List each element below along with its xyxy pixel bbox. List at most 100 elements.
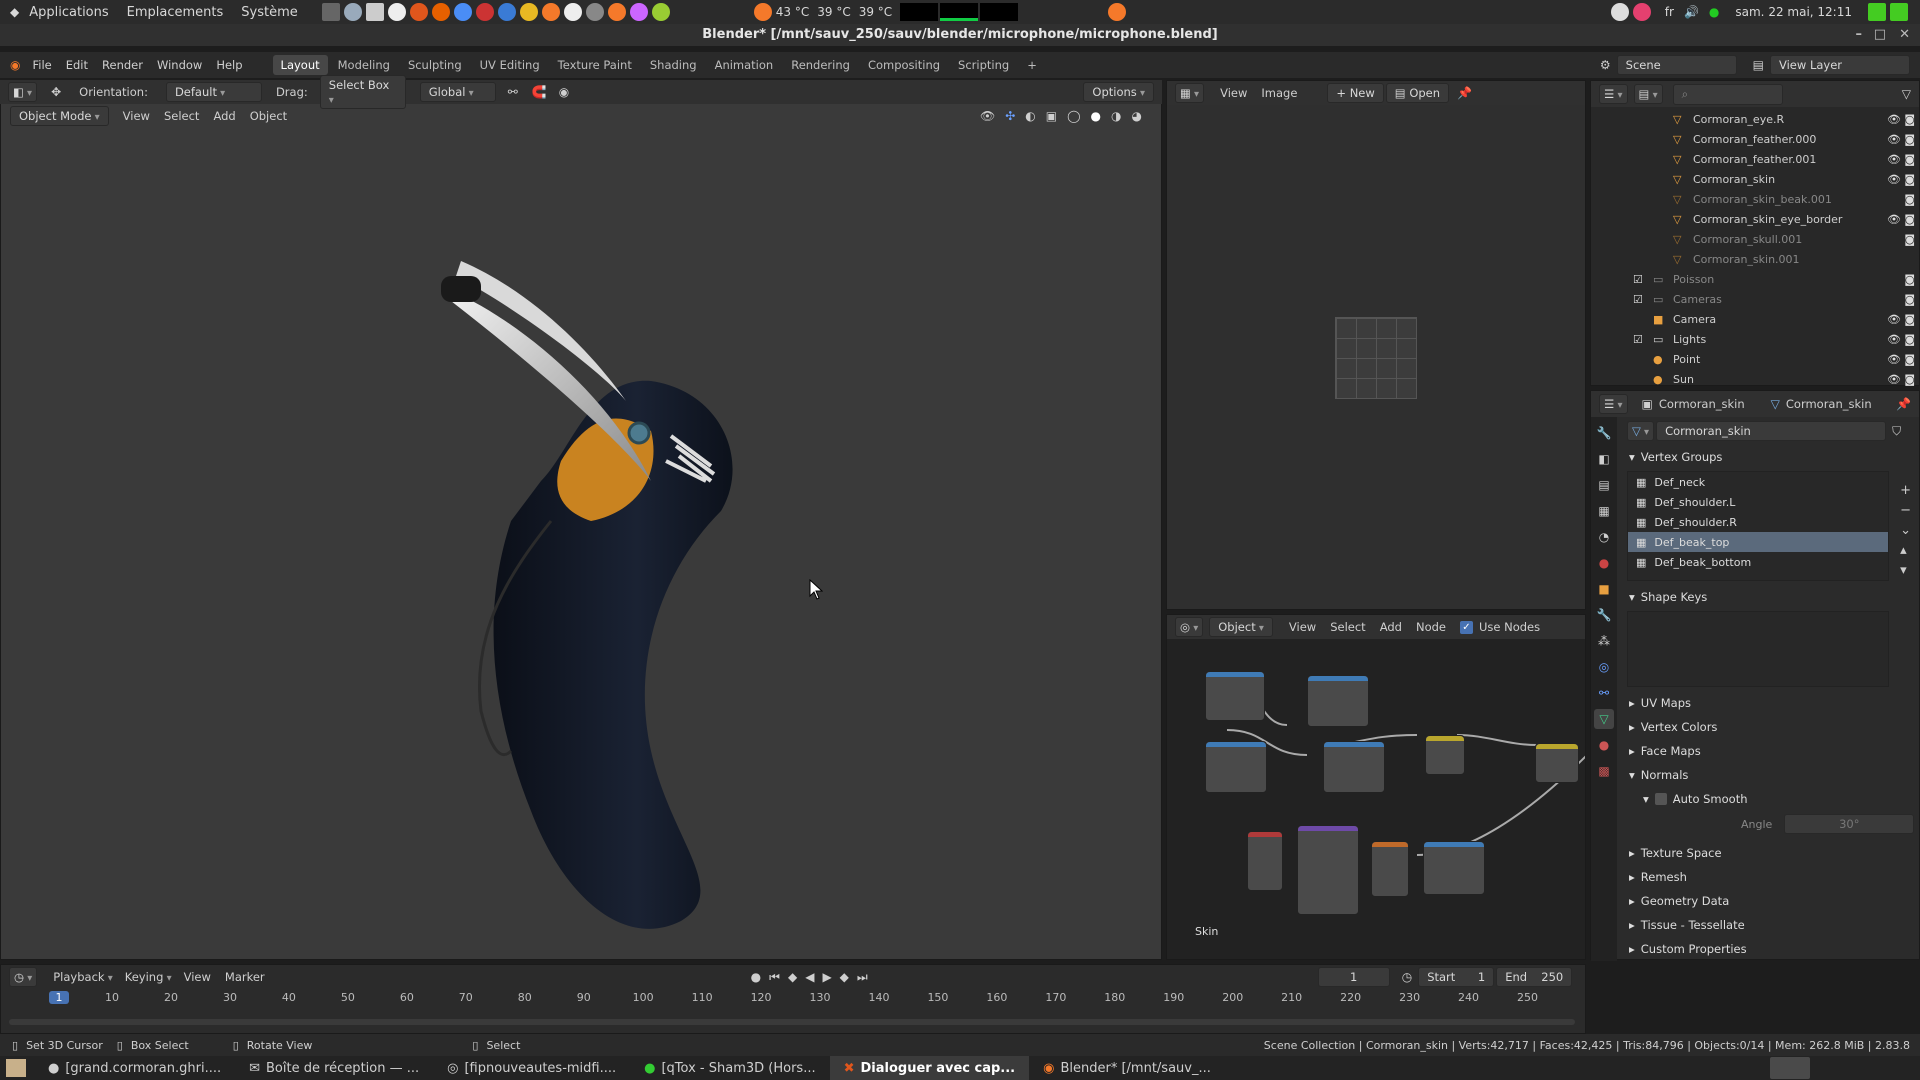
chrome-icon[interactable]	[453, 3, 472, 21]
mesh-name-field[interactable]: Cormoran_skin	[1656, 421, 1887, 441]
uv-maps-panel-header[interactable]: ▸ UV Maps	[1621, 691, 1919, 715]
list-item[interactable]: ▦ Def_shoulder.L	[1628, 492, 1888, 512]
network-icon[interactable]: ●	[1709, 5, 1719, 19]
camera-icon[interactable]: ◙	[1904, 173, 1915, 186]
checkbox-icon[interactable]: ☑	[1633, 333, 1643, 346]
eye-icon[interactable]: 👁	[1887, 133, 1901, 146]
outliner-row[interactable]: ● Point 👁 ◙	[1591, 349, 1919, 369]
eye-icon[interactable]: 👁	[1887, 173, 1901, 186]
physics-tab-icon[interactable]: ◎	[1594, 657, 1614, 677]
maximize-icon[interactable]: □	[1874, 24, 1886, 46]
checkbox-icon[interactable]: ☑	[1633, 273, 1643, 286]
app-icon[interactable]	[475, 3, 494, 21]
modifier-tab-icon[interactable]: 🔧	[1594, 605, 1614, 625]
shader-node-editor[interactable]: ◎ Object View Select Add Node ✓ Use Node…	[1166, 614, 1586, 960]
files-icon[interactable]	[365, 3, 384, 21]
menu-add[interactable]: Add	[213, 109, 235, 123]
blender-icon[interactable]	[1108, 3, 1127, 21]
mesh-data-tab-icon[interactable]: ▽	[1594, 709, 1614, 729]
menu-playback[interactable]: Playback	[53, 970, 113, 984]
menu-select[interactable]: Select	[164, 109, 199, 123]
tab-animation[interactable]: Animation	[707, 55, 782, 75]
next-keyframe-icon[interactable]: ◆	[840, 970, 849, 984]
menu-view[interactable]: View	[1220, 86, 1247, 100]
angle-field[interactable]: 30°	[1784, 814, 1915, 834]
wireframe-shading-icon[interactable]: ◯	[1067, 109, 1080, 123]
shader-node[interactable]	[1205, 741, 1267, 793]
list-item[interactable]: ▦ Def_neck	[1628, 472, 1888, 492]
outliner[interactable]: ☰ ▤ ⌕ ▽ ▽Cormoran_eye.R👁◙ ▽Cormoran_feat…	[1590, 80, 1920, 386]
tab-sculpting[interactable]: Sculpting	[400, 55, 470, 75]
open-image-button[interactable]: ▤ Open	[1385, 83, 1450, 103]
xray-icon[interactable]: ▣	[1046, 109, 1057, 123]
transform-gizmo-icon[interactable]: ✥	[51, 85, 61, 99]
task-item[interactable]: ● [qTox - Sham3D (Hors...	[630, 1056, 829, 1080]
mode-dropdown[interactable]: Object Mode	[10, 106, 109, 126]
app-icon[interactable]	[1890, 3, 1908, 21]
scene-tab-icon[interactable]: ◔	[1594, 527, 1614, 547]
prev-keyframe-icon[interactable]: ◆	[788, 970, 797, 984]
vertex-groups-panel-header[interactable]: ▾ Vertex Groups	[1621, 445, 1919, 469]
menu-object[interactable]: Object	[250, 109, 287, 123]
outliner-row[interactable]: ▽ Cormoran_eye.R 👁 ◙	[1591, 109, 1919, 129]
gizmo-icon[interactable]: ✣	[1005, 109, 1015, 123]
tab-shading[interactable]: Shading	[642, 55, 705, 75]
list-item[interactable]: ▦ Def_shoulder.R	[1628, 512, 1888, 532]
menu-keying[interactable]: Keying	[125, 970, 172, 984]
camera-icon[interactable]: ◙	[1904, 353, 1915, 366]
texture-space-panel-header[interactable]: ▸ Texture Space	[1621, 841, 1919, 865]
geometry-data-panel-header[interactable]: ▸ Geometry Data	[1621, 889, 1919, 913]
transform-orientation-dropdown[interactable]: Global	[419, 82, 496, 102]
tab-modeling[interactable]: Modeling	[330, 55, 398, 75]
menu-file[interactable]: File	[32, 58, 51, 72]
menu-select[interactable]: Select	[1330, 620, 1365, 634]
render-tab-icon[interactable]: ◧	[1594, 449, 1614, 469]
camera-icon[interactable]: ◙	[1904, 293, 1915, 306]
pin-icon[interactable]: 📌	[1457, 86, 1472, 100]
use-nodes-checkbox[interactable]: ✓	[1459, 620, 1473, 634]
output-tab-icon[interactable]: ▤	[1594, 475, 1614, 495]
tool-tab-icon[interactable]: 🔧	[1594, 423, 1614, 443]
eye-icon[interactable]: 👁	[1887, 113, 1901, 126]
shader-node[interactable]	[1205, 671, 1265, 721]
app-icon[interactable]	[387, 3, 406, 21]
blender-icon[interactable]	[607, 3, 626, 21]
volume-icon[interactable]: 🔊	[1684, 5, 1699, 19]
view-layer-tab-icon[interactable]: ▦	[1594, 501, 1614, 521]
move-up-icon[interactable]: ▴	[1900, 541, 1911, 561]
material-shading-icon[interactable]: ◑	[1111, 109, 1121, 123]
editor-type-button[interactable]: ◎	[1175, 617, 1204, 637]
checkbox-icon[interactable]: ☑	[1633, 293, 1643, 306]
image-editor[interactable]: ▦ View Image + New ▤ Open 📌	[1166, 80, 1586, 610]
menu-view[interactable]: View	[123, 109, 150, 123]
app-icon[interactable]	[1868, 3, 1886, 21]
start-frame-field[interactable]: Start 1	[1418, 967, 1495, 987]
jump-start-icon[interactable]: ⏮	[769, 970, 780, 985]
record-icon[interactable]: ●	[751, 970, 761, 984]
3d-viewport[interactable]	[0, 80, 1162, 960]
outliner-search-input[interactable]: ⌕	[1672, 83, 1783, 105]
menu-add[interactable]: Add	[1380, 620, 1402, 634]
camera-icon[interactable]: ◙	[1904, 133, 1915, 146]
eye-icon[interactable]: 👁	[1887, 353, 1901, 366]
app-icon[interactable]	[1632, 3, 1651, 21]
app-icon[interactable]	[409, 3, 428, 21]
options-dropdown[interactable]: Options	[1083, 82, 1154, 102]
normals-panel-header[interactable]: ▾ Normals	[1621, 763, 1919, 787]
outliner-row[interactable]: ▽ Cormoran_feather.001 👁 ◙	[1591, 149, 1919, 169]
proportional-edit-icon[interactable]: ◉	[559, 85, 569, 99]
camera-icon[interactable]: ◙	[1904, 373, 1915, 386]
eye-icon[interactable]: 👁	[1887, 373, 1901, 386]
menu-window[interactable]: Window	[157, 58, 202, 72]
close-icon[interactable]: ✕	[1899, 24, 1910, 46]
eye-icon[interactable]: 👁	[1887, 153, 1901, 166]
task-item[interactable]: ✖ Dialoguer avec cap...	[829, 1056, 1030, 1080]
new-image-button[interactable]: + New	[1327, 83, 1384, 103]
camera-icon[interactable]: ◙	[1904, 193, 1915, 206]
tissue-panel-header[interactable]: ▸ Tissue - Tessellate	[1621, 913, 1919, 937]
menu-help[interactable]: Help	[216, 58, 242, 72]
eye-icon[interactable]: 👁	[1887, 213, 1901, 226]
display-mode-button[interactable]: ▤	[1633, 84, 1663, 104]
menu-system[interactable]: Système	[241, 5, 297, 20]
timeline[interactable]: ◷ Playback Keying View Marker ● ⏮ ◆ ◀ ▶ …	[0, 964, 1586, 1034]
